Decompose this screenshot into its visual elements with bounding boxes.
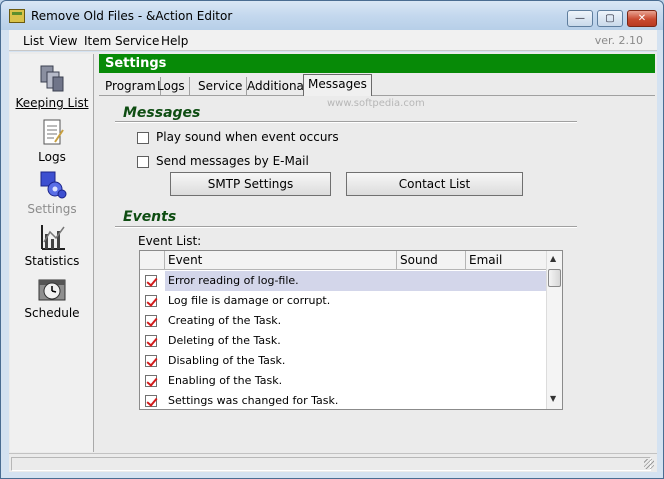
- settings-panel: Settings Program Logs Service Additional…: [97, 54, 655, 452]
- maximize-button[interactable]: ▢: [597, 10, 623, 27]
- sidebar-label-settings: Settings: [27, 202, 77, 216]
- tab-program[interactable]: Program: [101, 77, 161, 96]
- scroll-down-arrow-icon[interactable]: ▼: [550, 394, 556, 403]
- event-checkbox[interactable]: [145, 335, 157, 347]
- event-checkbox[interactable]: [145, 355, 157, 367]
- menu-item[interactable]: Item: [84, 34, 111, 48]
- table-row[interactable]: Deleting of the Task.: [140, 331, 546, 351]
- menu-help[interactable]: Help: [161, 34, 188, 48]
- sidebar-label-keeping-list: Keeping List: [15, 96, 89, 110]
- event-cell: Disabling of the Task.: [168, 354, 286, 367]
- close-button[interactable]: ✕: [627, 10, 657, 27]
- event-checkbox[interactable]: [145, 275, 157, 287]
- clock-icon: [35, 274, 69, 304]
- status-pane: [11, 457, 651, 471]
- title-bar: Remove Old Files - &Action Editor — ▢ ✕: [1, 1, 663, 30]
- menu-service[interactable]: Service: [115, 34, 159, 48]
- files-icon: [35, 64, 69, 94]
- window-title: Remove Old Files - &Action Editor: [31, 9, 233, 23]
- tab-service[interactable]: Service: [194, 77, 248, 96]
- sidebar-item-keeping-list[interactable]: Keeping List: [10, 64, 94, 116]
- table-row[interactable]: Log file is damage or corrupt.: [140, 291, 546, 311]
- event-cell: Creating of the Task.: [168, 314, 282, 327]
- events-divider: [115, 226, 577, 228]
- sidebar-item-schedule[interactable]: Schedule: [10, 274, 94, 326]
- event-cell: Settings was changed for Task.: [168, 394, 339, 407]
- checkbox-column-header: [140, 251, 165, 270]
- table-row[interactable]: Enabling of the Task.: [140, 371, 546, 391]
- event-list-grid[interactable]: Event Sound Email Error reading of log-f…: [139, 250, 563, 410]
- sound-column-header[interactable]: Sound: [397, 251, 466, 270]
- menu-view[interactable]: View: [49, 34, 77, 48]
- menu-list[interactable]: List: [23, 34, 44, 48]
- events-section-title: Events: [123, 209, 177, 225]
- event-checkbox[interactable]: [145, 375, 157, 387]
- sidebar-item-statistics[interactable]: Statistics: [10, 222, 94, 274]
- tab-additional[interactable]: Additional: [243, 77, 313, 96]
- event-cell: Error reading of log-file.: [165, 271, 546, 291]
- event-cell: Log file is damage or corrupt.: [168, 294, 331, 307]
- send-email-label: Send messages by E-Mail: [156, 154, 309, 168]
- sidebar-label-logs: Logs: [38, 150, 66, 164]
- status-bar: [9, 453, 657, 472]
- event-list-header: Event Sound Email: [140, 251, 546, 270]
- messages-section-title: Messages: [123, 105, 201, 121]
- tab-logs[interactable]: Logs: [153, 77, 190, 96]
- contact-list-button[interactable]: Contact List: [346, 172, 523, 196]
- sidebar-item-logs[interactable]: Logs: [10, 118, 94, 170]
- smtp-settings-button[interactable]: SMTP Settings: [170, 172, 331, 196]
- event-checkbox[interactable]: [145, 315, 157, 327]
- menu-bar: List View Item Service Help ver. 2.10: [9, 30, 657, 51]
- panel-header: Settings: [99, 54, 655, 73]
- table-row[interactable]: Disabling of the Task.: [140, 351, 546, 371]
- play-sound-checkbox[interactable]: [137, 132, 149, 144]
- app-window: Remove Old Files - &Action Editor — ▢ ✕ …: [0, 0, 664, 479]
- scroll-thumb[interactable]: [548, 269, 561, 287]
- event-checkbox[interactable]: [145, 395, 157, 407]
- event-column-header[interactable]: Event: [165, 251, 397, 270]
- send-email-checkbox[interactable]: [137, 156, 149, 168]
- watermark: www.softpedia.com: [327, 98, 425, 109]
- vertical-scrollbar[interactable]: ▲ ▼: [546, 251, 562, 409]
- minimize-button[interactable]: —: [567, 10, 593, 27]
- sidebar-item-settings[interactable]: Settings: [10, 170, 94, 222]
- sidebar-label-statistics: Statistics: [24, 254, 80, 268]
- event-cell: Enabling of the Task.: [168, 374, 283, 387]
- event-checkbox[interactable]: [145, 295, 157, 307]
- tab-messages[interactable]: Messages: [303, 74, 372, 96]
- app-icon: [9, 9, 25, 23]
- gears-icon: [35, 170, 69, 200]
- sidebar-label-schedule: Schedule: [24, 306, 80, 320]
- table-row[interactable]: Error reading of log-file.: [140, 271, 546, 291]
- tab-strip: Program Logs Service Additional Messages: [99, 74, 655, 96]
- log-document-icon: [35, 118, 69, 148]
- table-row[interactable]: Creating of the Task.: [140, 311, 546, 331]
- scroll-up-arrow-icon[interactable]: ▲: [550, 254, 556, 263]
- version-label: ver. 2.10: [594, 34, 643, 47]
- messages-divider: [115, 121, 577, 123]
- event-cell: Deleting of the Task.: [168, 334, 281, 347]
- client-area: Keeping List Logs Settings Statistics Sc…: [9, 52, 657, 472]
- table-row[interactable]: Settings was changed for Task.: [140, 391, 546, 411]
- resize-grip-icon[interactable]: [644, 459, 654, 469]
- event-list-label: Event List:: [138, 234, 202, 248]
- sidebar: Keeping List Logs Settings Statistics Sc…: [10, 54, 94, 452]
- play-sound-label: Play sound when event occurs: [156, 130, 339, 144]
- chart-icon: [35, 222, 69, 252]
- email-column-header[interactable]: Email: [466, 251, 546, 270]
